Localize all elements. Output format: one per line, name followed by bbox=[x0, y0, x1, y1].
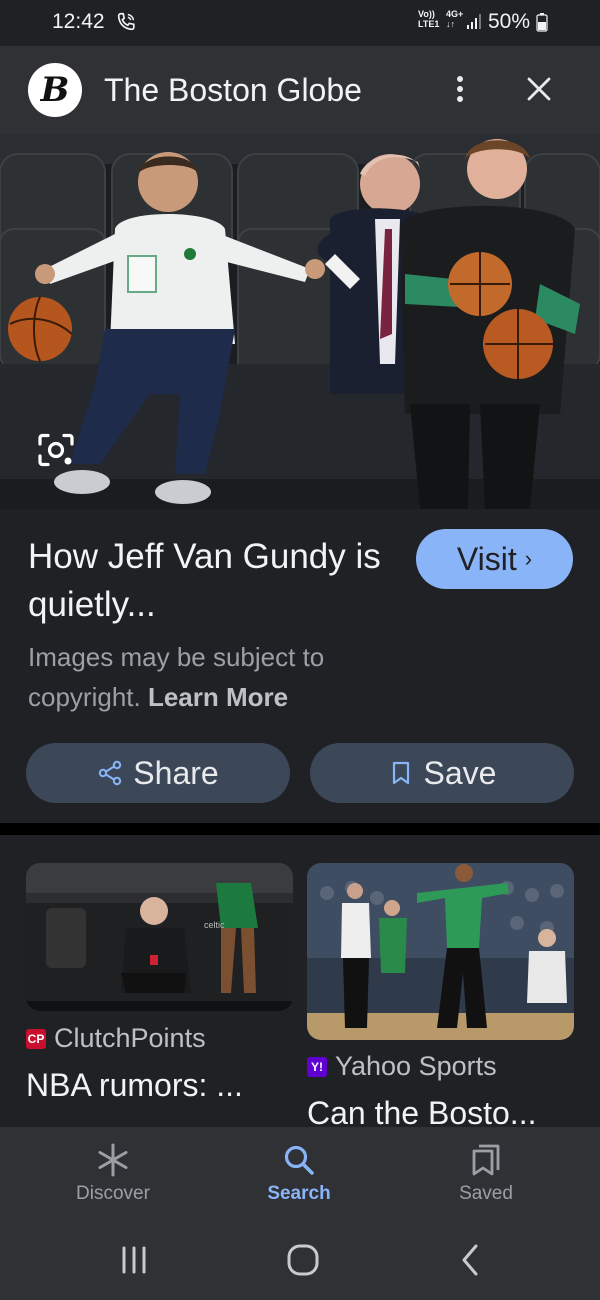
source-header: B The Boston Globe bbox=[0, 46, 600, 134]
more-options-icon[interactable] bbox=[448, 72, 472, 106]
bookmark-icon bbox=[392, 761, 409, 785]
battery-percent: 50% bbox=[488, 10, 531, 33]
save-label: Save bbox=[423, 754, 497, 791]
nav-label: Discover bbox=[76, 1183, 150, 1204]
save-button[interactable]: Save bbox=[310, 743, 574, 803]
visit-label: Visit bbox=[456, 540, 517, 577]
related-source-2[interactable]: Y! Yahoo Sports bbox=[307, 1051, 497, 1082]
nav-label: Search bbox=[267, 1183, 331, 1204]
visit-button[interactable]: Visit › bbox=[416, 529, 573, 589]
bookmarks-icon bbox=[472, 1144, 500, 1176]
copyright-notice: Images may be subject to copyright. Lear… bbox=[28, 637, 428, 717]
nav-saved[interactable]: Saved bbox=[386, 1127, 586, 1220]
close-icon[interactable] bbox=[524, 74, 554, 104]
network-volte-label: Vo)) LTE1 bbox=[418, 9, 440, 29]
related-source-1[interactable]: CP ClutchPoints bbox=[26, 1023, 206, 1054]
bottom-navigation: Discover Search Saved bbox=[0, 1127, 600, 1220]
network-gen-label: 4G+ ↓↑ bbox=[446, 9, 464, 29]
google-lens-icon[interactable] bbox=[34, 430, 78, 470]
signal-icon bbox=[467, 14, 481, 29]
article-title[interactable]: How Jeff Van Gundy is quietly... bbox=[28, 533, 388, 629]
share-icon bbox=[99, 760, 122, 786]
article-info-panel: How Jeff Van Gundy is quietly... Visit ›… bbox=[0, 509, 600, 823]
related-image-1[interactable]: celtic bbox=[26, 863, 293, 1011]
status-bar: 12:42 Vo)) LTE1 4G+ ↓↑ 50% bbox=[0, 0, 600, 46]
yahoo-icon: Y! bbox=[307, 1056, 327, 1077]
recent-apps-icon[interactable] bbox=[114, 1242, 154, 1278]
source-name: Yahoo Sports bbox=[335, 1051, 497, 1081]
home-icon[interactable] bbox=[283, 1242, 323, 1278]
source-name: ClutchPoints bbox=[54, 1023, 206, 1053]
nav-label: Saved bbox=[459, 1183, 513, 1204]
related-image-2[interactable] bbox=[307, 863, 574, 1040]
wifi-calling-icon bbox=[117, 12, 135, 31]
battery-icon bbox=[536, 13, 548, 32]
back-icon[interactable] bbox=[450, 1242, 490, 1278]
share-label: Share bbox=[133, 754, 219, 791]
asterisk-icon bbox=[98, 1143, 128, 1177]
learn-more-link[interactable]: Learn More bbox=[148, 682, 288, 712]
search-icon bbox=[284, 1145, 314, 1175]
game-action-photo bbox=[307, 863, 574, 1040]
share-button[interactable]: Share bbox=[26, 743, 290, 803]
related-title-2[interactable]: Can the Bosto... bbox=[307, 1095, 536, 1127]
nav-search[interactable]: Search bbox=[199, 1127, 399, 1220]
related-title-1[interactable]: NBA rumors: ... bbox=[26, 1067, 243, 1104]
courtside-photo: celtic bbox=[26, 863, 293, 1011]
related-results: celtic CP ClutchPoints NBA rumors: ... Y… bbox=[0, 835, 600, 1127]
system-navigation-bar bbox=[0, 1220, 600, 1300]
article-image[interactable] bbox=[0, 134, 600, 509]
nav-discover[interactable]: Discover bbox=[13, 1127, 213, 1220]
chevron-right-icon: › bbox=[524, 546, 533, 571]
site-title[interactable]: The Boston Globe bbox=[104, 72, 362, 109]
section-divider bbox=[0, 823, 600, 835]
clutchpoints-icon: CP bbox=[26, 1028, 46, 1049]
status-time: 12:42 bbox=[52, 10, 105, 33]
boston-globe-logo[interactable]: B bbox=[28, 63, 82, 117]
arena-photo bbox=[0, 134, 600, 509]
svg-text:celtic: celtic bbox=[204, 920, 225, 930]
